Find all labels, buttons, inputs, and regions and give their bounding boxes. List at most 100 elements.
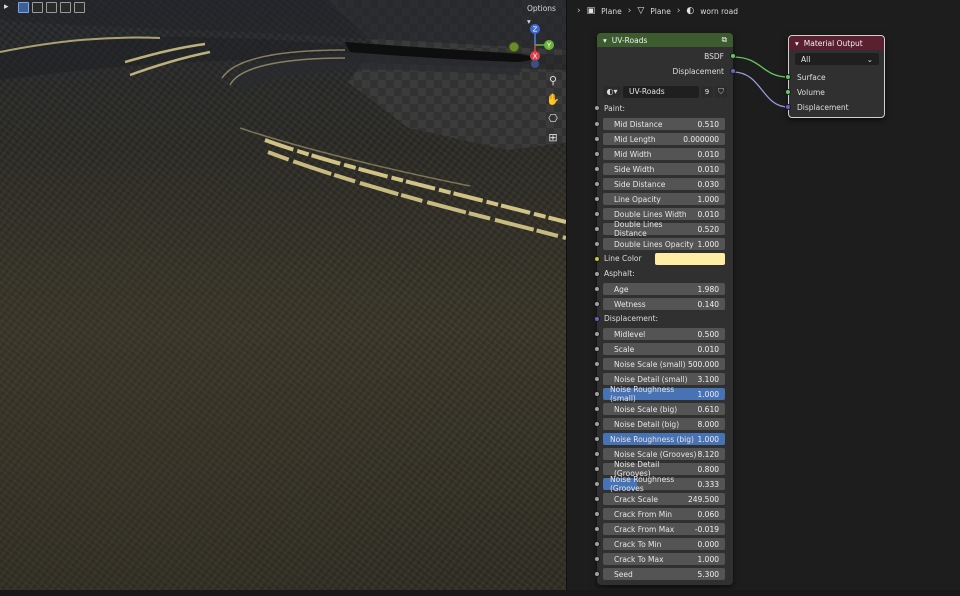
- number-field[interactable]: Noise Detail (small) 3.100: [603, 373, 725, 385]
- number-field[interactable]: Line Opacity 1.000: [603, 193, 725, 205]
- number-field[interactable]: Noise Roughness (big) 1.000: [603, 433, 725, 445]
- section-displacement-label: Displacement:: [604, 314, 659, 323]
- node-tree-icon[interactable]: ◐▾: [603, 86, 621, 98]
- options-menu[interactable]: Options ▾: [523, 2, 566, 26]
- input-socket[interactable]: [594, 286, 600, 292]
- input-socket[interactable]: [594, 406, 600, 412]
- uv-roads-node[interactable]: ▾ UV-Roads ⧉ BSDF Displacement ◐▾ UV-Roa…: [594, 33, 736, 585]
- input-socket[interactable]: [594, 466, 600, 472]
- number-field[interactable]: Crack From Min 0.060: [603, 508, 725, 520]
- field-label: Midlevel: [614, 329, 646, 339]
- cursor-tool-icon[interactable]: ▸: [4, 2, 15, 13]
- input-socket[interactable]: [594, 541, 600, 547]
- input-volume-socket[interactable]: [785, 89, 791, 95]
- input-socket[interactable]: [594, 211, 600, 217]
- datablock-name-field[interactable]: UV-Roads: [623, 86, 699, 98]
- input-socket[interactable]: [594, 301, 600, 307]
- number-field[interactable]: Noise Detail (Grooves) 0.800: [603, 460, 725, 478]
- select-box-icon[interactable]: [18, 2, 29, 13]
- number-field[interactable]: Scale 0.010: [603, 343, 725, 355]
- node-group-datablock[interactable]: ◐▾ UV-Roads 9 ⛉: [603, 86, 727, 98]
- line-color-swatch[interactable]: [655, 253, 725, 265]
- input-socket[interactable]: [594, 556, 600, 562]
- 3d-viewport[interactable]: ▸ Options ▾ Z Y X ⚲ ✋ ⎔ ⊞: [0, 0, 566, 596]
- output-displacement-socket[interactable]: [730, 68, 736, 74]
- datablock-users-count[interactable]: 9: [701, 86, 713, 98]
- fake-user-shield-icon[interactable]: ⛉: [715, 86, 727, 98]
- grid-icon[interactable]: ⊞: [545, 130, 561, 146]
- chevron-down-icon: ⌄: [866, 54, 873, 64]
- camera-icon[interactable]: ⎔: [545, 111, 561, 127]
- target-select[interactable]: All ⌄: [795, 53, 879, 65]
- number-field[interactable]: Side Width 0.010: [603, 163, 725, 175]
- node-header[interactable]: ▾ UV-Roads ⧉: [597, 33, 733, 47]
- input-socket[interactable]: [594, 526, 600, 532]
- hand-icon[interactable]: ✋: [545, 92, 561, 108]
- input-socket[interactable]: [594, 391, 600, 397]
- navigation-gizmo[interactable]: Z Y X: [505, 20, 565, 72]
- input-socket[interactable]: [594, 571, 600, 577]
- input-socket[interactable]: [594, 181, 600, 187]
- input-socket[interactable]: [594, 376, 600, 382]
- displacement-socket[interactable]: [594, 316, 600, 322]
- input-socket[interactable]: [594, 361, 600, 367]
- select-invert-icon[interactable]: [60, 2, 71, 13]
- number-field[interactable]: Crack From Max -0.019: [603, 523, 725, 535]
- number-field[interactable]: Noise Roughness (small) 1.000: [603, 385, 725, 403]
- number-field[interactable]: Mid Distance 0.510: [603, 118, 725, 130]
- number-field[interactable]: Double Lines Width 0.010: [603, 208, 725, 220]
- input-socket[interactable]: [594, 151, 600, 157]
- input-displacement-socket[interactable]: [785, 104, 791, 110]
- line-color-socket[interactable]: [594, 256, 600, 262]
- input-socket[interactable]: [594, 346, 600, 352]
- input-surface-socket[interactable]: [785, 74, 791, 80]
- number-field[interactable]: Mid Length 0.000000: [603, 133, 725, 145]
- field-label: Crack From Min: [614, 509, 673, 519]
- number-field[interactable]: Crack To Max 1.000: [603, 553, 725, 565]
- number-field[interactable]: Age 1.980: [603, 283, 725, 295]
- number-field[interactable]: Side Distance 0.030: [603, 178, 725, 190]
- number-field[interactable]: Noise Scale (Grooves) 8.120: [603, 448, 725, 460]
- node-header[interactable]: ▾ Material Output: [789, 36, 884, 50]
- number-field[interactable]: Seed 5.300: [603, 568, 725, 580]
- select-extend-icon[interactable]: [32, 2, 43, 13]
- field-value: 0.140: [697, 299, 719, 309]
- input-socket[interactable]: [594, 226, 600, 232]
- number-field[interactable]: Wetness 0.140: [603, 298, 725, 310]
- input-socket[interactable]: [594, 421, 600, 427]
- number-field[interactable]: Double Lines Opacity 1.000: [603, 238, 725, 250]
- asphalt-socket[interactable]: [594, 271, 600, 277]
- input-displacement-label: Displacement: [797, 103, 849, 112]
- number-field[interactable]: Noise Scale (big) 0.610: [603, 403, 725, 415]
- shader-node-editor[interactable]: › ▣ Plane › ▽ Plane › ◐ worn road ▾ UV-R…: [566, 0, 960, 596]
- input-socket[interactable]: [594, 331, 600, 337]
- number-field[interactable]: Midlevel 0.500: [603, 328, 725, 340]
- node-group-icon[interactable]: ⧉: [722, 35, 727, 45]
- number-field[interactable]: Double Lines Distance 0.520: [603, 220, 725, 238]
- number-field[interactable]: Noise Detail (big) 8.000: [603, 418, 725, 430]
- input-socket[interactable]: [594, 121, 600, 127]
- number-field[interactable]: Noise Roughness (Grooves 0.333: [603, 475, 725, 493]
- collapse-icon[interactable]: ▾: [795, 39, 799, 48]
- select-subtract-icon[interactable]: [46, 2, 57, 13]
- field-label: Line Opacity: [614, 194, 661, 204]
- input-socket[interactable]: [594, 481, 600, 487]
- material-output-node[interactable]: ▾ Material Output All ⌄ Surface Volume D…: [785, 35, 885, 118]
- input-socket[interactable]: [594, 136, 600, 142]
- zoom-icon[interactable]: ⚲: [545, 73, 561, 89]
- select-intersect-icon[interactable]: [74, 2, 85, 13]
- collapse-icon[interactable]: ▾: [603, 36, 607, 45]
- number-field[interactable]: Crack Scale 249.500: [603, 493, 725, 505]
- input-socket[interactable]: [594, 436, 600, 442]
- input-socket[interactable]: [594, 496, 600, 502]
- output-bsdf-socket[interactable]: [730, 53, 736, 59]
- input-socket[interactable]: [594, 196, 600, 202]
- number-field[interactable]: Noise Scale (small) 500.000: [603, 358, 725, 370]
- number-field[interactable]: Crack To Min 0.000: [603, 538, 725, 550]
- paint-socket[interactable]: [594, 105, 600, 111]
- input-socket[interactable]: [594, 451, 600, 457]
- input-socket[interactable]: [594, 241, 600, 247]
- input-socket[interactable]: [594, 511, 600, 517]
- input-socket[interactable]: [594, 166, 600, 172]
- number-field[interactable]: Mid Width 0.010: [603, 148, 725, 160]
